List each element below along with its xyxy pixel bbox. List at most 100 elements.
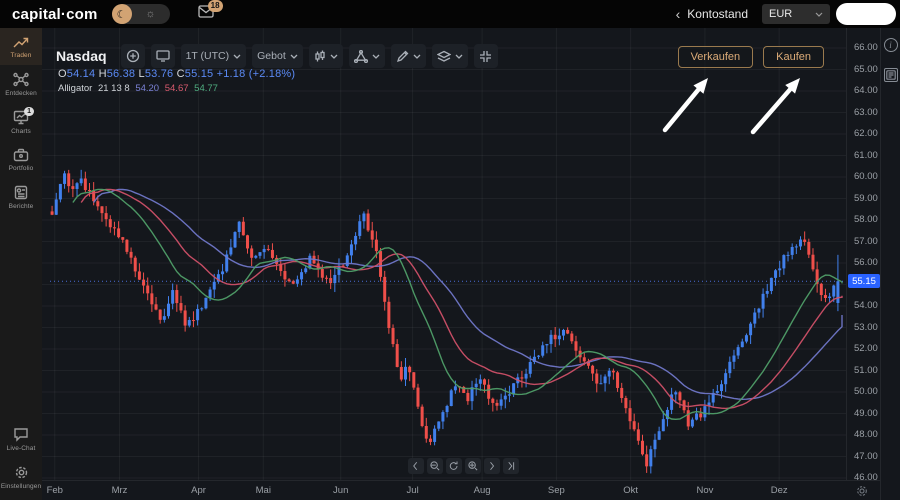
moon-icon[interactable]: ☾ — [111, 4, 132, 24]
alligator-legend[interactable]: Alligator 21 13 8 54.20 54.67 54.77 — [58, 83, 295, 94]
currency-value: EUR — [769, 8, 793, 20]
sun-icon[interactable]: ☼ — [132, 8, 170, 20]
axis-settings-button[interactable] — [856, 484, 868, 500]
pencil-icon — [396, 50, 409, 62]
pan-left-icon — [413, 461, 418, 471]
pan-left-button[interactable] — [408, 458, 424, 474]
reset-icon — [449, 461, 458, 470]
trending-up-icon — [13, 37, 29, 48]
y-axis-label: 66.00 — [854, 42, 878, 53]
y-axis-label: 58.00 — [854, 214, 878, 225]
chevron-down-icon — [413, 54, 421, 59]
sidebar-item-label: Einstellungen — [0, 483, 42, 490]
chart-toolbar: Nasdaq 1T (UTC) Gebot — [56, 44, 498, 68]
chart-type-select[interactable] — [308, 44, 343, 68]
price-axis[interactable]: 66.00 65.00 64.00 63.00 62.00 61.00 60.00 59.00… — [846, 28, 880, 483]
sidebar-item-traden[interactable]: Traden — [0, 28, 42, 65]
collapse-button[interactable] — [473, 44, 498, 68]
right-rail: i — [880, 28, 900, 500]
messages-count-badge: 18 — [207, 0, 223, 12]
charts-count-badge: 1 — [24, 107, 34, 116]
candlestick-chart[interactable] — [42, 28, 846, 480]
zoom-in-button[interactable] — [465, 458, 481, 474]
buy-button[interactable]: Kaufen — [763, 46, 824, 68]
sidebar-item-charts[interactable]: 1 Charts — [0, 103, 42, 141]
capital-com-app: capital·com ☾ ☼ 18 ‹ Kontostand EUR Trad… — [0, 0, 900, 500]
monitor-icon — [155, 50, 170, 62]
news-icon[interactable] — [883, 68, 898, 82]
y-axis-label: 59.00 — [854, 192, 878, 204]
reset-button[interactable] — [446, 458, 462, 474]
kontostand-back-link[interactable]: ‹ Kontostand — [676, 6, 748, 22]
theme-toggle[interactable]: ☾ ☼ — [111, 4, 170, 24]
left-sidebar: Traden Entdecken 1 Charts Portfolio Beri… — [0, 28, 42, 500]
sidebar-item-portfolio[interactable]: Portfolio — [0, 141, 42, 178]
layers-select[interactable] — [431, 44, 468, 68]
y-axis-label: 63.00 — [854, 106, 878, 118]
y-axis-label: 51.00 — [854, 364, 878, 376]
y-axis-label: 57.00 — [854, 235, 878, 247]
sidebar-item-label: Portfolio — [8, 165, 34, 172]
currency-select[interactable]: EUR — [762, 4, 830, 24]
zoom-out-button[interactable] — [427, 458, 443, 474]
briefcase-icon — [13, 148, 29, 162]
sidebar-item-entdecken[interactable]: Entdecken — [0, 65, 42, 103]
pan-right-button[interactable] — [484, 458, 500, 474]
go-to-realtime-icon — [508, 461, 515, 471]
chat-bubble-icon — [14, 428, 28, 442]
sidebar-item-label: Charts — [11, 128, 31, 135]
price-mode-select[interactable]: Gebot — [252, 44, 303, 68]
y-axis-label: 53.00 — [854, 321, 878, 333]
indicator-cone-icon — [353, 49, 368, 63]
y-axis-label: 60.00 — [854, 171, 878, 182]
sell-button[interactable]: Verkaufen — [677, 46, 754, 68]
x-axis-label: Mrz — [111, 485, 128, 496]
y-axis-label: 54.00 — [854, 300, 878, 311]
sidebar-item-berichte[interactable]: Berichte — [0, 178, 42, 216]
sidebar-item-live-chat[interactable]: Live-Chat — [0, 420, 42, 458]
x-axis-label: Nov — [696, 485, 714, 496]
symbol-name: Nasdaq — [56, 48, 107, 64]
x-axis-label: Sep — [547, 485, 565, 496]
go-to-realtime-button[interactable] — [503, 458, 519, 474]
y-axis-label: 49.00 — [854, 407, 878, 419]
time-axis[interactable]: Feb Mrz Apr Mai Jun Jul Aug Sep Okt Nov Dez — [42, 480, 880, 500]
y-axis-label: 64.00 — [854, 85, 878, 96]
indicators-select[interactable] — [348, 44, 385, 68]
report-document-icon — [14, 185, 28, 200]
gear-icon — [15, 466, 27, 479]
drawing-tools-select[interactable] — [390, 44, 426, 68]
x-axis-label: Dez — [770, 485, 788, 496]
screenshot-button[interactable] — [150, 44, 175, 68]
y-axis-label: 50.00 — [854, 386, 878, 397]
y-axis-label: 52.00 — [854, 343, 878, 354]
sidebar-item-label: Entdecken — [5, 90, 37, 97]
price-mode-value: Gebot — [257, 50, 286, 62]
pan-right-icon — [490, 461, 495, 471]
y-axis-label: 62.00 — [854, 128, 878, 139]
ohlc-legend: O54.14 H56.38 L53.76 C55.15 +1.18 (+2.18… — [58, 68, 296, 80]
interval-select[interactable]: 1T (UTC) — [180, 44, 247, 68]
x-axis-label: Aug — [473, 485, 491, 496]
y-axis-label: 48.00 — [854, 429, 878, 440]
account-balance-pill[interactable] — [836, 3, 896, 25]
chevron-down-icon — [815, 12, 823, 17]
sidebar-item-einstellungen[interactable]: Einstellungen — [0, 458, 42, 500]
interval-value: 1T (UTC) — [185, 50, 230, 62]
gear-icon — [857, 486, 867, 496]
plus-circle-icon — [126, 49, 139, 63]
chart-legend: O54.14 H56.38 L53.76 C55.15 +1.18 (+2.18… — [58, 68, 295, 94]
messages-button[interactable]: 18 — [197, 0, 223, 23]
y-axis-label: 56.00 — [854, 257, 878, 268]
chart-nav-controls — [408, 458, 519, 474]
trade-buttons: Verkaufen Kaufen — [677, 46, 824, 68]
add-symbol-button[interactable] — [120, 44, 145, 68]
zoom-out-icon — [430, 461, 440, 471]
x-axis-label: Feb — [46, 485, 63, 496]
info-icon[interactable]: i — [883, 38, 898, 52]
layers-icon — [436, 50, 451, 62]
y-axis-label: 65.00 — [854, 63, 878, 75]
x-axis-label: Jun — [333, 485, 349, 496]
chevron-down-icon — [455, 54, 463, 59]
